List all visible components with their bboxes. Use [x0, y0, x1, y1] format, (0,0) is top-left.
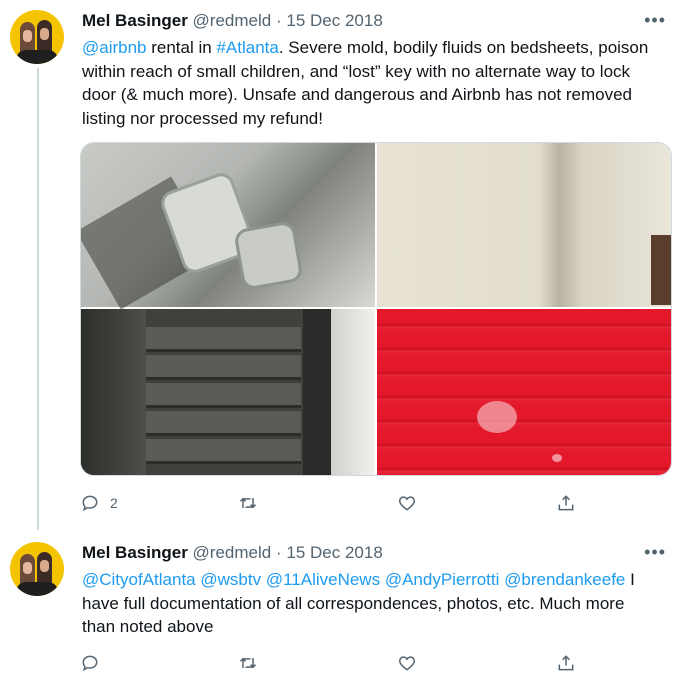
tweet-text: @CityofAtlanta @wsbtv @11AliveNews @Andy…	[82, 568, 652, 639]
reply-button[interactable]: 2	[80, 490, 118, 516]
separator-dot: ·	[275, 543, 282, 562]
mention-link[interactable]: @airbnb	[82, 38, 147, 57]
retweet-button[interactable]	[238, 490, 258, 516]
user-handle[interactable]: @redmeld	[193, 543, 272, 562]
retweet-icon	[239, 497, 257, 509]
tweet-date[interactable]: 15 Dec 2018	[286, 543, 382, 562]
wall-corner-photo[interactable]	[377, 143, 671, 307]
retweet-icon	[239, 657, 257, 669]
reply-count: 2	[110, 495, 118, 511]
electrical-outlet-photo[interactable]	[81, 143, 375, 310]
mention-link[interactable]: @CityofAtlanta	[82, 570, 196, 589]
tweet-text: @airbnb rental in #Atlanta. Severe mold,…	[82, 36, 662, 130]
tweet-text-segment: rental in	[146, 38, 217, 57]
reply-icon	[82, 655, 98, 672]
like-icon	[398, 496, 416, 511]
separator-dot: ·	[275, 11, 282, 30]
mention-link[interactable]: @AndyPierrotti	[385, 570, 500, 589]
reply-icon	[82, 495, 98, 512]
share-icon	[558, 495, 574, 511]
like-button[interactable]	[397, 490, 417, 516]
share-icon	[558, 655, 574, 671]
tweet-actions	[80, 650, 580, 676]
more-options-icon[interactable]: •••	[644, 542, 666, 563]
display-name[interactable]: Mel Basinger	[82, 543, 188, 562]
tweet-header: Mel Basinger @redmeld · 15 Dec 2018	[82, 543, 383, 563]
display-name[interactable]: Mel Basinger	[82, 11, 188, 30]
mention-link[interactable]: @11AliveNews	[266, 570, 380, 589]
red-bedsheet-photo[interactable]	[377, 309, 671, 475]
like-button[interactable]	[397, 650, 417, 676]
avatar[interactable]	[10, 542, 64, 596]
tweet-actions: 2	[80, 490, 580, 516]
hashtag-link[interactable]: #Atlanta	[216, 38, 278, 57]
like-icon	[398, 656, 416, 671]
tweet-header: Mel Basinger @redmeld · 15 Dec 2018	[82, 11, 383, 31]
media-grid	[80, 142, 672, 476]
tweet-date[interactable]: 15 Dec 2018	[286, 11, 382, 30]
more-options-icon[interactable]: •••	[644, 10, 666, 31]
avatar[interactable]	[10, 10, 64, 64]
tweet-2[interactable]: Mel Basinger @redmeld · 15 Dec 2018 ••• …	[0, 530, 680, 681]
mention-link[interactable]: @wsbtv	[200, 570, 261, 589]
mention-link[interactable]: @brendankeefe	[504, 570, 625, 589]
reply-button[interactable]	[80, 650, 100, 676]
tweet-1[interactable]: Mel Basinger @redmeld · 15 Dec 2018 ••• …	[0, 0, 680, 530]
share-button[interactable]	[556, 650, 576, 676]
share-button[interactable]	[556, 490, 576, 516]
stairway-photo[interactable]	[81, 309, 375, 475]
user-handle[interactable]: @redmeld	[193, 11, 272, 30]
retweet-button[interactable]	[238, 650, 258, 676]
